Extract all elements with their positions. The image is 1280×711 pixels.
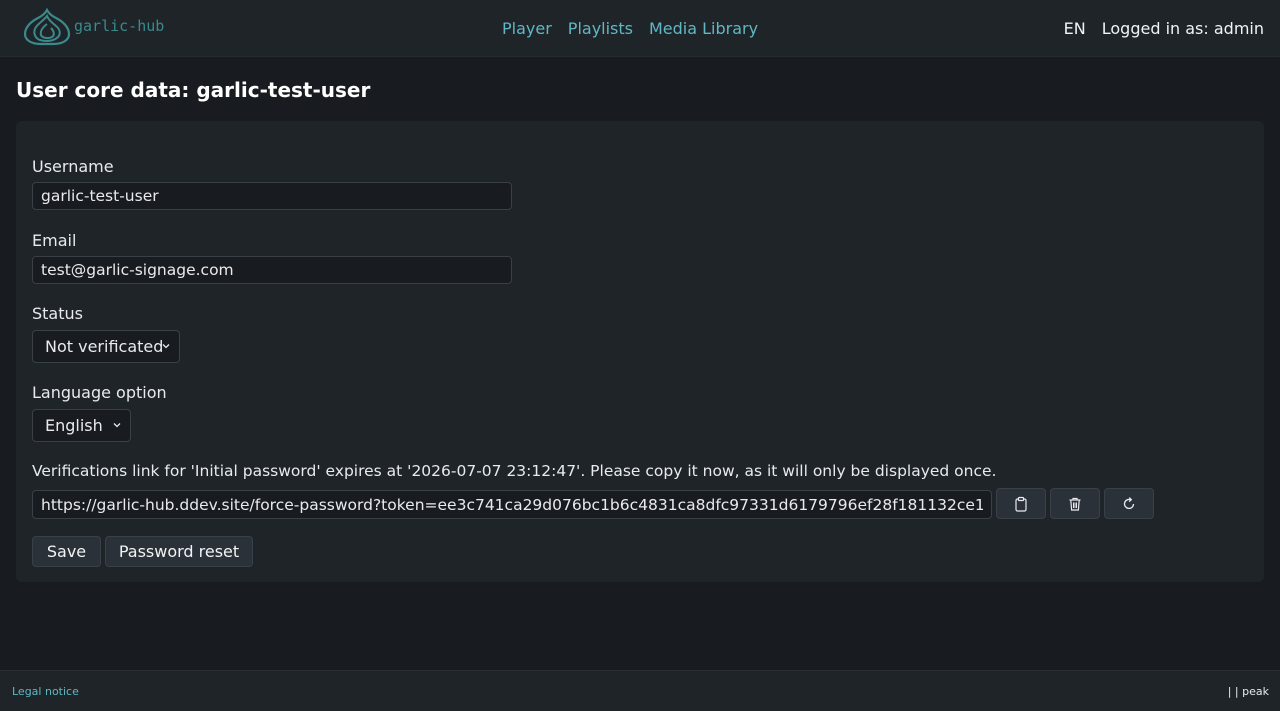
- language-select[interactable]: English: [32, 409, 131, 442]
- language-selected-value: English: [45, 416, 103, 435]
- chevron-down-icon: [113, 423, 121, 428]
- delete-link-button[interactable]: [1050, 488, 1100, 519]
- user-area: EN Logged in as: admin: [1064, 19, 1264, 38]
- legal-notice-link[interactable]: Legal notice: [12, 685, 79, 698]
- logo-text: garlic-hub: [74, 17, 165, 35]
- username-input[interactable]: [32, 182, 512, 210]
- verification-note: Verifications link for 'Initial password…: [32, 462, 997, 480]
- trash-icon: [1069, 497, 1081, 511]
- page-title: User core data: garlic-test-user: [16, 78, 371, 102]
- status-selected-value: Not verificated: [45, 337, 164, 356]
- nav-player[interactable]: Player: [502, 19, 552, 38]
- refresh-icon: [1123, 496, 1135, 509]
- user-core-data-form: Username Email Status Not verificated La…: [16, 121, 1264, 582]
- nav-media-library[interactable]: Media Library: [649, 19, 758, 38]
- nav-playlists[interactable]: Playlists: [568, 19, 633, 38]
- chevron-down-icon: [162, 344, 170, 349]
- email-input[interactable]: [32, 256, 512, 284]
- clipboard-icon: [1015, 496, 1027, 512]
- status-label: Status: [32, 304, 83, 323]
- main-navigation: Player Playlists Media Library: [502, 19, 758, 38]
- language-option-label: Language option: [32, 383, 167, 402]
- language-switcher[interactable]: EN: [1064, 19, 1086, 38]
- footer: Legal notice | | peak: [0, 670, 1280, 711]
- footer-info: | | peak: [1227, 685, 1269, 698]
- username-label: Username: [32, 157, 114, 176]
- email-label: Email: [32, 231, 77, 250]
- logged-in-user[interactable]: Logged in as: admin: [1102, 19, 1264, 38]
- refresh-link-button[interactable]: [1104, 488, 1154, 519]
- garlic-logo-icon: [23, 8, 71, 46]
- save-button[interactable]: Save: [32, 536, 101, 567]
- copy-link-button[interactable]: [996, 488, 1046, 519]
- top-navigation-bar: garlic-hub Player Playlists Media Librar…: [0, 0, 1280, 57]
- garlic-hub-logo[interactable]: garlic-hub: [22, 8, 164, 46]
- status-select[interactable]: Not verificated: [32, 330, 180, 363]
- password-reset-button[interactable]: Password reset: [105, 536, 253, 567]
- verification-link-input[interactable]: [32, 490, 992, 519]
